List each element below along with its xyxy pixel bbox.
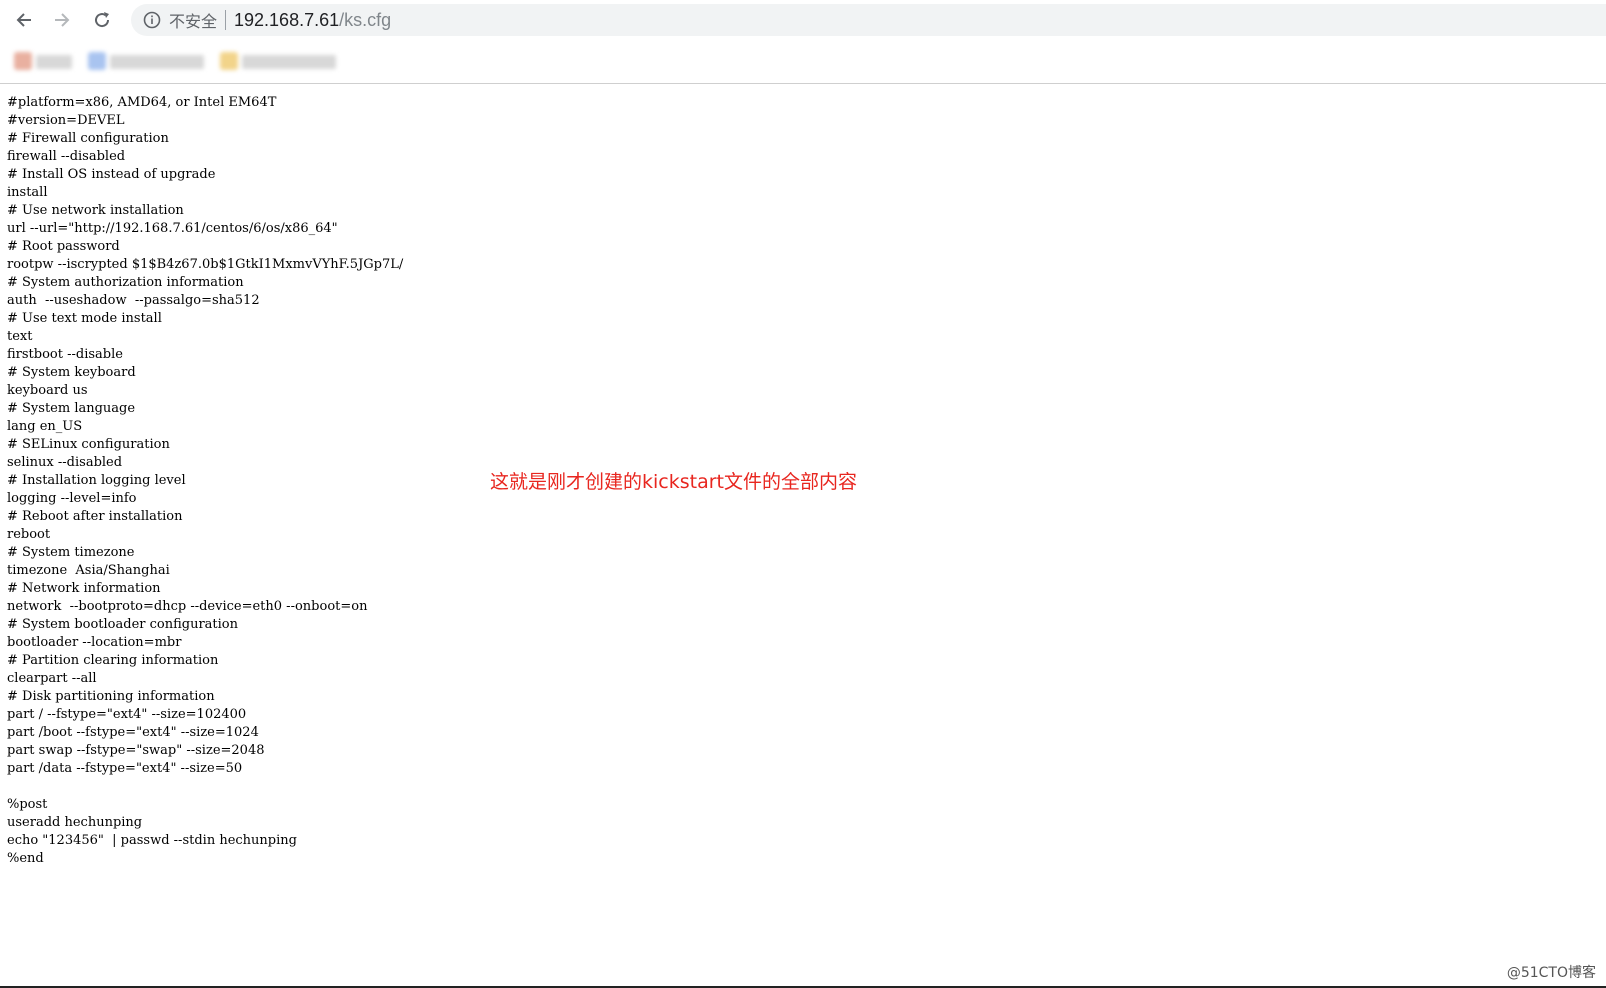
bookmark-favicon [14,52,32,70]
file-line: network --bootproto=dhcp --device=eth0 -… [7,599,368,614]
file-line: logging --level=info [7,491,137,506]
bookmark-label [36,55,72,69]
file-line: # Root password [7,239,120,254]
bookmark-favicon [220,52,238,70]
file-line: # System authorization information [7,275,244,290]
address-bar[interactable]: 不安全 192.168.7.61 /ks.cfg [131,4,1606,36]
bookmark-item[interactable] [220,50,338,72]
file-line: part /boot --fstype="ext4" --size=1024 [7,725,259,740]
file-line: # System keyboard [7,365,136,380]
file-line [7,778,403,796]
file-line: firstboot --disable [7,347,123,362]
kickstart-file-content: #platform=x86, AMD64, or Intel EM64T #ver… [7,94,403,868]
file-line: keyboard us [7,383,88,398]
file-line: timezone Asia/Shanghai [7,563,170,578]
bookmarks-bar [0,44,1606,78]
file-line: # System timezone [7,545,135,560]
file-line: # Use text mode install [7,311,162,326]
annotation-text: 这就是刚才创建的kickstart文件的全部内容 [490,471,857,493]
file-line: firewall --disabled [7,149,126,164]
file-line: auth --useshadow --passalgo=sha512 [7,293,260,308]
arrow-left-icon [16,13,31,27]
file-line: part / --fstype="ext4" --size=102400 [7,707,247,722]
file-line: # Partition clearing information [7,653,219,668]
file-line: selinux --disabled [7,455,123,470]
file-line: lang en_US [7,419,83,434]
file-line: # Disk partitioning information [7,689,215,704]
forward-button[interactable] [48,6,76,34]
file-line: # Network information [7,581,161,596]
file-line: # Reboot after installation [7,509,183,524]
file-line: rootpw --iscrypted $1$B4z67.0b$1GtkI1Mxm… [7,257,404,272]
file-line: bootloader --location=mbr [7,635,182,650]
file-line: # System language [7,401,136,416]
bookmark-label [242,55,336,69]
file-line: %post [7,797,48,812]
reload-icon [95,12,110,28]
file-line: # Installation logging level [7,473,186,488]
file-line: %end [7,851,44,866]
watermark: @51CTO博客 [1506,965,1596,981]
file-line: part /data --fstype="ext4" --size=50 [7,761,243,776]
file-line: # Firewall configuration [7,131,169,146]
file-line: install [7,185,48,200]
file-line: # Use network installation [7,203,184,218]
file-line: #platform=x86, AMD64, or Intel EM64T [7,95,277,110]
url-path[interactable]: /ks.cfg [339,10,391,31]
browser-toolbar: 不安全 192.168.7.61 /ks.cfg [0,0,1606,84]
arrow-right-icon [55,13,70,27]
info-circle-icon[interactable] [143,11,161,29]
file-line: part swap --fstype="swap" --size=2048 [7,743,265,758]
back-button[interactable] [10,6,38,34]
file-line: clearpart --all [7,671,97,686]
file-line: useradd hechunping [7,815,143,830]
bookmark-item[interactable] [14,50,74,72]
file-line: text [7,329,33,344]
file-line: # System bootloader configuration [7,617,239,632]
url-host[interactable]: 192.168.7.61 [234,10,339,31]
url-separator [225,10,227,30]
file-line: # Install OS instead of upgrade [7,167,216,182]
bookmark-item[interactable] [88,50,206,72]
bookmark-label [110,55,204,69]
reload-button[interactable] [88,6,116,34]
bookmark-favicon [88,52,106,70]
security-label[interactable]: 不安全 [169,8,217,32]
file-line: # SELinux configuration [7,437,170,452]
file-line: reboot [7,527,51,542]
file-line: url --url="http://192.168.7.61/centos/6/… [7,221,338,236]
file-line: #version=DEVEL [7,113,125,128]
file-line: echo "123456" | passwd --stdin hechunpin… [7,833,297,848]
